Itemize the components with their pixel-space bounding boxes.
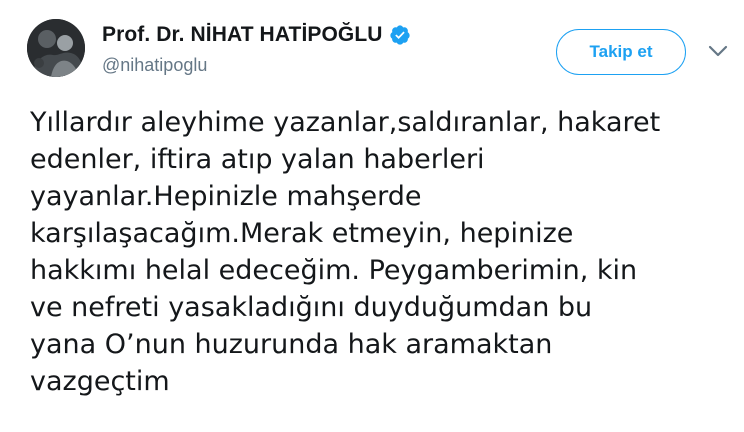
tweet-text-line: vazgeçtim [30, 366, 170, 397]
tweet-text-line: edenler, iftira atıp yalan haberleri [30, 144, 485, 175]
tweet-text-line: ve nefreti yasakladığını duyduğumdan bu [30, 292, 593, 323]
avatar-photo-icon [27, 19, 85, 77]
tweet-text-line: Yıllardır aleyhime yazanlar,saldıranlar,… [30, 107, 661, 138]
user-handle[interactable]: @nihatipoglu [102, 55, 207, 76]
chevron-down-icon[interactable] [707, 43, 729, 59]
tweet-text: Yıllardır aleyhime yazanlar,saldıranlar,… [30, 104, 730, 400]
tweet-text-line: hakkımı helal edeceğim. Peygamberimin, k… [30, 255, 638, 286]
avatar[interactable] [27, 19, 85, 77]
tweet-text-line: yana O’nun huzurunda hak aramaktan [30, 329, 553, 360]
verified-badge-icon [389, 24, 411, 46]
tweet-card: Prof. Dr. NİHAT HATİPOĞLU @nihatipoglu T… [0, 0, 744, 432]
display-name[interactable]: Prof. Dr. NİHAT HATİPOĞLU [102, 23, 383, 47]
tweet-text-line: yayanlar.Hepinizle mahşerde [30, 181, 422, 212]
profile-name-row: Prof. Dr. NİHAT HATİPOĞLU [102, 23, 411, 47]
follow-button[interactable]: Takip et [556, 29, 686, 75]
tweet-text-line: karşılaşacağım.Merak etmeyin, hepinize [30, 218, 574, 249]
